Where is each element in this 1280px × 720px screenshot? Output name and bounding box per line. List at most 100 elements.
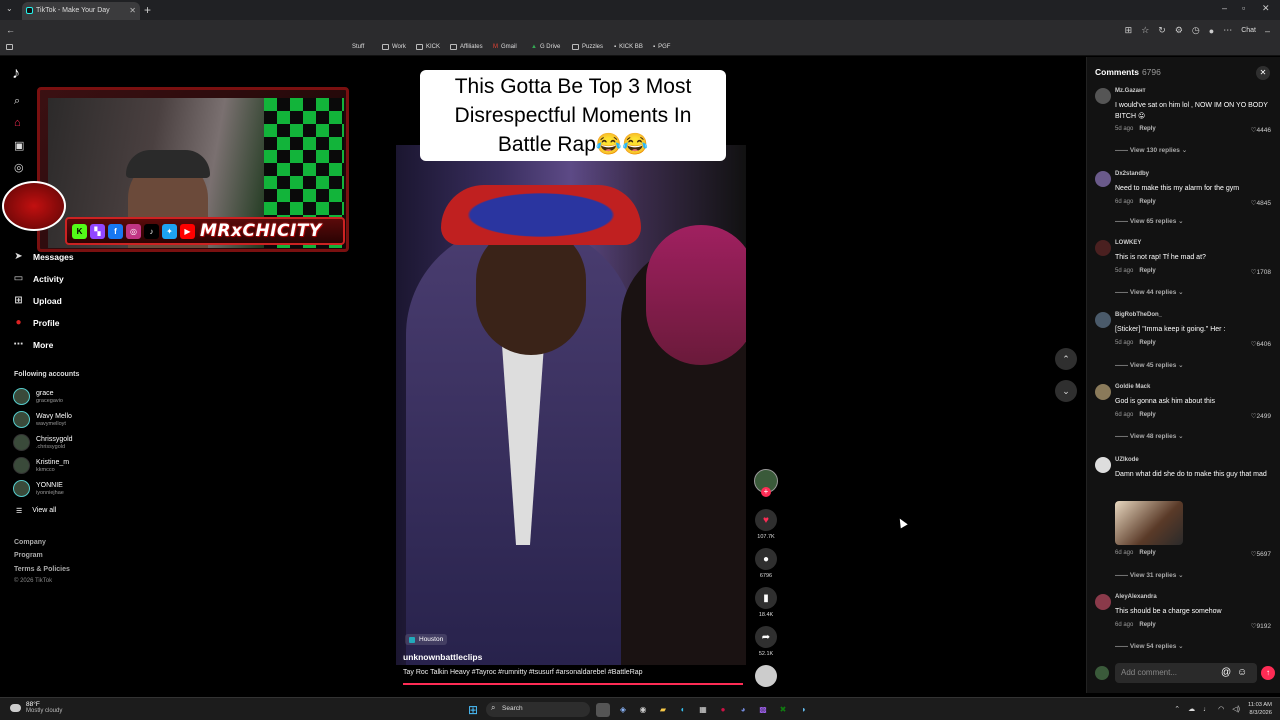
reply-button[interactable]: Reply (1139, 412, 1155, 418)
comment-input[interactable]: Add comment... (1115, 663, 1257, 683)
reply-button[interactable]: Reply (1139, 622, 1155, 628)
video-progress-bar[interactable] (403, 683, 743, 685)
mention-icon[interactable]: @ (1221, 667, 1231, 678)
reply-button[interactable]: Reply (1139, 268, 1155, 274)
comment-user[interactable]: LOWKEY (1115, 240, 1141, 246)
share-button[interactable]: ➦ 52.1K (754, 626, 778, 657)
view-replies-button[interactable]: —— View 45 replies ⌄ (1115, 361, 1184, 369)
view-replies-button[interactable]: —— View 44 replies ⌄ (1115, 288, 1184, 296)
avatar[interactable] (1095, 384, 1111, 400)
comment-like-button[interactable]: ♡1708 (1251, 268, 1271, 276)
bookmark-icon[interactable] (6, 44, 13, 50)
video-caption[interactable]: Tay Roc Talkin Heavy #Tayroc #rumnitty #… (403, 669, 643, 676)
view-replies-button[interactable]: —— View 65 replies ⌄ (1115, 217, 1184, 225)
view-replies-button[interactable]: —— View 54 replies ⌄ (1115, 642, 1184, 650)
bookmark-kick[interactable]: KICK (416, 44, 440, 50)
bookmark-gmail[interactable]: M Gmail (493, 44, 517, 50)
menu-dots-icon[interactable]: ⋯ (1223, 25, 1232, 36)
bookmark-puzzles[interactable]: Puzzles (572, 44, 603, 50)
next-video-button[interactable]: ⌄ (1055, 380, 1077, 402)
taskbar-clock[interactable]: 11:03 AM 8/3/2026 (1248, 701, 1272, 717)
avatar[interactable] (1095, 457, 1111, 473)
reply-button[interactable]: Reply (1139, 126, 1155, 132)
steam-icon[interactable]: ◑ (796, 703, 810, 717)
emoji-icon[interactable]: ☺ (1237, 667, 1247, 678)
widgets-icon[interactable]: ◈ (616, 703, 630, 717)
app-red-icon[interactable]: ● (716, 703, 730, 717)
windows-start-icon[interactable]: ⊞ (466, 703, 480, 717)
view-all-link[interactable]: ☰ View all (16, 507, 56, 515)
reply-button[interactable]: Reply (1139, 550, 1155, 556)
nav-profile[interactable]: ● Profile (12, 317, 59, 328)
shop-icon[interactable]: ▣ (14, 139, 24, 152)
apps-icon[interactable]: ⊞ (1125, 25, 1133, 36)
task-view-icon[interactable] (596, 702, 610, 717)
weather-widget[interactable]: 88°F Mostly cloudy (10, 701, 62, 714)
account-item[interactable]: grace gracegavio (13, 388, 63, 405)
save-button[interactable]: ▮ 18.4K (754, 587, 778, 618)
tiktok-logo-icon[interactable]: ♪ (12, 65, 20, 83)
bookmark-gdrive[interactable]: ▲ G Drive (531, 44, 560, 50)
comment-button[interactable]: ● 6796 (754, 548, 778, 579)
nav-messages[interactable]: ➤ Messages (12, 251, 73, 262)
avatar[interactable] (1095, 171, 1111, 187)
bookmark-work[interactable]: Work (382, 44, 406, 50)
comment-user[interactable]: BigRobTheDon_ (1115, 312, 1162, 318)
footer-program-link[interactable]: Program (14, 552, 43, 559)
comment-like-button[interactable]: ♡9192 (1251, 622, 1271, 630)
bookmark-affiliates[interactable]: Affiliates (450, 44, 483, 50)
comment-user[interactable]: UZIkode (1115, 457, 1139, 463)
xbox-icon[interactable]: ✖ (776, 703, 790, 717)
comment-like-button[interactable]: ♡4446 (1251, 126, 1271, 134)
extensions-icon[interactable]: ⚙ (1175, 25, 1183, 36)
like-button[interactable]: ♥ 107.7K (754, 509, 778, 540)
send-comment-icon[interactable]: ↑ (1261, 666, 1275, 680)
new-tab-icon[interactable]: + (144, 3, 151, 17)
taskbar-search[interactable]: Search (486, 702, 590, 717)
edge-icon[interactable]: ◐ (676, 703, 690, 717)
favorite-star-icon[interactable]: ☆ (1141, 25, 1149, 36)
back-icon[interactable]: ← (6, 25, 15, 35)
bookmark-pgf[interactable]: ▪ PGF (653, 44, 670, 50)
previous-video-button[interactable]: ⌃ (1055, 348, 1077, 370)
reply-button[interactable]: Reply (1139, 199, 1155, 205)
sound-disc-button[interactable] (754, 665, 778, 687)
creator-avatar-button[interactable]: + (754, 469, 778, 497)
wifi-icon[interactable]: ◠ (1218, 705, 1224, 713)
mic-icon[interactable]: ♩ (1203, 706, 1210, 713)
bookmark-stuff[interactable]: Stuff (352, 44, 364, 50)
restore-icon[interactable]: ▫ (1242, 3, 1245, 13)
video-player[interactable] (396, 145, 746, 665)
chrome-icon[interactable]: ◉ (636, 703, 650, 717)
comment-like-button[interactable]: ♡2499 (1251, 412, 1271, 420)
location-tag[interactable]: Houston (405, 634, 448, 645)
nav-upload[interactable]: ⊞ Upload (12, 295, 62, 306)
follow-plus-icon[interactable]: + (761, 487, 771, 497)
avatar[interactable] (1095, 312, 1111, 328)
nav-more[interactable]: ⋯ More (12, 339, 54, 350)
reply-button[interactable]: Reply (1139, 340, 1155, 346)
minimize-icon[interactable]: – (1222, 3, 1227, 13)
minus-icon[interactable]: – (1265, 26, 1270, 36)
avatar[interactable] (1095, 88, 1111, 104)
view-replies-button[interactable]: —— View 48 replies ⌄ (1115, 432, 1184, 440)
comment-user[interactable]: AleyAlexandra (1115, 594, 1157, 600)
chevron-up-icon[interactable]: ⌃ (1174, 705, 1180, 713)
history-icon[interactable]: ◷ (1192, 25, 1200, 36)
account-item[interactable]: Wavy Mello wavymelloyt (13, 411, 72, 428)
close-comments-icon[interactable]: ✕ (1256, 66, 1270, 80)
view-replies-button[interactable]: —— View 130 replies ⌄ (1115, 146, 1187, 154)
comment-like-button[interactable]: ♡4845 (1251, 199, 1271, 207)
explore-icon[interactable]: ◎ (14, 161, 24, 174)
discord-icon[interactable]: ◕ (736, 703, 750, 717)
search-icon[interactable]: ⌕ (14, 95, 20, 108)
close-window-icon[interactable]: ✕ (1262, 3, 1270, 14)
account-item[interactable]: YONNIE iyonniejhae (13, 480, 64, 497)
home-icon[interactable]: ⌂ (14, 117, 21, 129)
account-item[interactable]: Chrissygold .chrissygold (13, 434, 73, 451)
comment-user[interactable]: Dx2standby (1115, 171, 1149, 177)
bookmark-kick-bb[interactable]: ▪ KICK BB (614, 44, 643, 50)
store-icon[interactable]: ▦ (696, 703, 710, 717)
close-tab-icon[interactable]: ✕ (129, 6, 136, 15)
comment-like-button[interactable]: ♡6406 (1251, 340, 1271, 348)
